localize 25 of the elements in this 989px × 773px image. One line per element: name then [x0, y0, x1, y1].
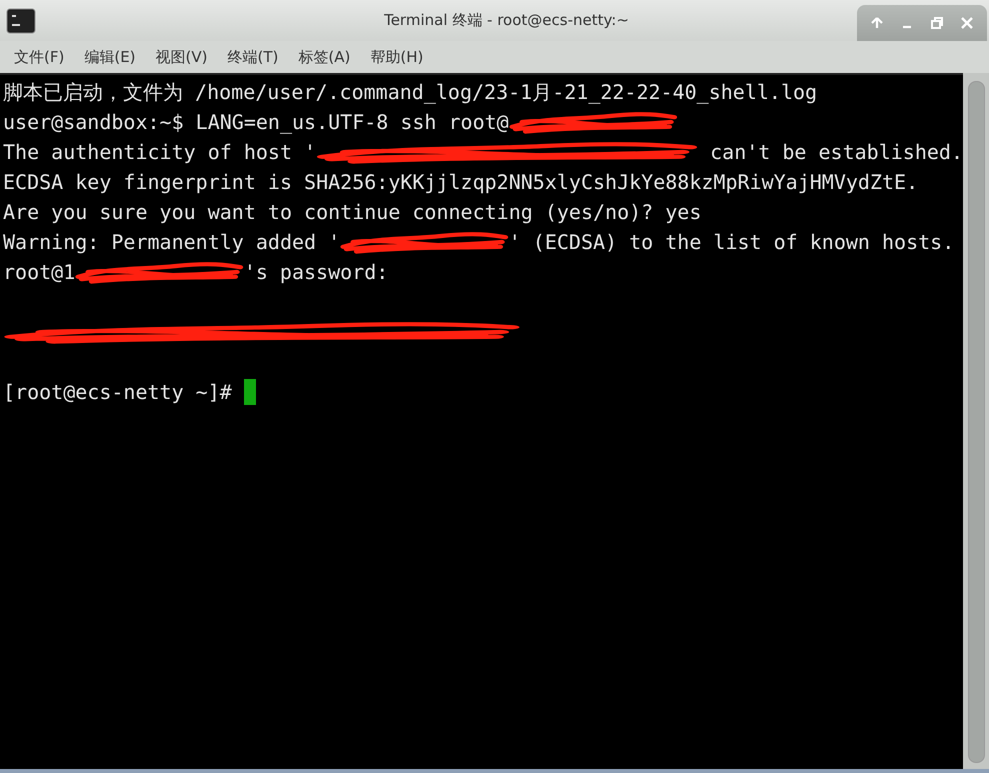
terminal-text: user@sandbox:~$ LANG=en_us.UTF-8 ssh root@: [3, 110, 509, 134]
terminal-text: 脚本已启动，文件为 /home/user/.command_log/23-1月-21_22-22-40_shell.log: [3, 78, 818, 106]
menu-item[interactable]: 视图(V): [146, 48, 218, 66]
terminal-text: can't be established.: [709, 140, 963, 164]
restore-icon[interactable]: [929, 15, 945, 31]
terminal-icon: [6, 8, 36, 34]
close-icon[interactable]: [959, 15, 975, 31]
arrow-up-icon[interactable]: [869, 15, 885, 31]
terminal-text: ECDSA key fingerprint is SHA256:yKKjjlzqp2NN5xlyCshJkYe88kzMpRiwYajHMVydZtE.: [3, 170, 918, 194]
terminal-text: [root@ecs-netty ~]#: [3, 380, 233, 404]
menu-item[interactable]: 帮助(H): [360, 48, 434, 66]
terminal-text: root@1: [3, 260, 76, 284]
menu-item[interactable]: 终端(T): [218, 48, 288, 66]
menu-item[interactable]: 编辑(E): [74, 48, 146, 66]
menu-item[interactable]: 标签(A): [288, 48, 360, 66]
text-cursor: [244, 379, 256, 405]
window-title: Terminal 终端 - root@ecs-netty:~: [383, 11, 630, 30]
terminal-text: ' (ECDSA) to the list of known hosts.: [508, 230, 954, 254]
menu-item[interactable]: 文件(F): [4, 48, 74, 66]
scrollbar-thumb[interactable]: [968, 81, 984, 763]
terminal-text: 's password:: [244, 260, 388, 284]
terminal-text: The authenticity of host ': [3, 140, 316, 164]
scrollbar[interactable]: [963, 73, 989, 769]
terminal-text: Warning: Permanently added ': [3, 230, 340, 254]
terminal-text: Are you sure you want to continue connecting (yes/no)? yes: [3, 200, 702, 224]
